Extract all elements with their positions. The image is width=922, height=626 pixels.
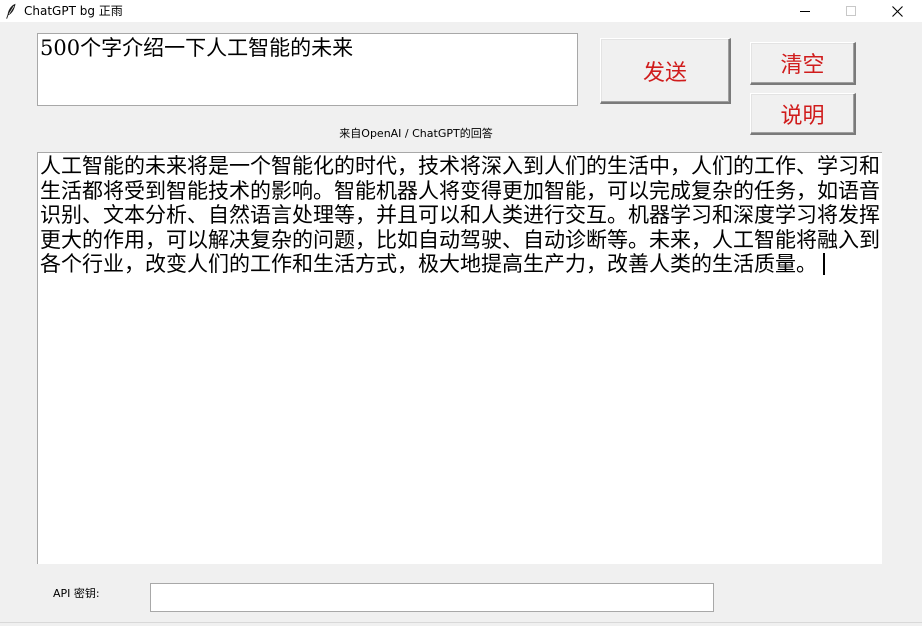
close-icon — [891, 5, 903, 17]
close-button[interactable] — [874, 0, 920, 22]
feather-icon — [6, 3, 16, 19]
send-button[interactable]: 发送 — [600, 38, 731, 104]
response-label: 来自OpenAI / ChatGPT的回答 — [339, 127, 493, 140]
title-bar: ChatGPT bg 正雨 — [0, 0, 922, 22]
minimize-button[interactable] — [782, 0, 828, 22]
response-text-area[interactable]: 人工智能的未来将是一个智能化的时代，技术将深入到人们的生活中，人们的工作、学习和… — [37, 152, 882, 564]
minimize-icon — [800, 11, 810, 12]
response-text: 人工智能的未来将是一个智能化的时代，技术将深入到人们的生活中，人们的工作、学习和… — [40, 154, 880, 276]
api-key-input[interactable] — [150, 583, 714, 612]
api-key-label: API 密钥: — [53, 587, 100, 600]
prompt-input[interactable]: 500个字介绍一下人工智能的未来 — [37, 33, 578, 106]
window-title: ChatGPT bg 正雨 — [24, 4, 123, 18]
clear-button[interactable]: 清空 — [750, 42, 856, 85]
bottom-divider — [0, 622, 922, 623]
text-cursor — [823, 253, 825, 275]
maximize-button[interactable] — [828, 0, 874, 22]
maximize-icon — [846, 6, 856, 16]
